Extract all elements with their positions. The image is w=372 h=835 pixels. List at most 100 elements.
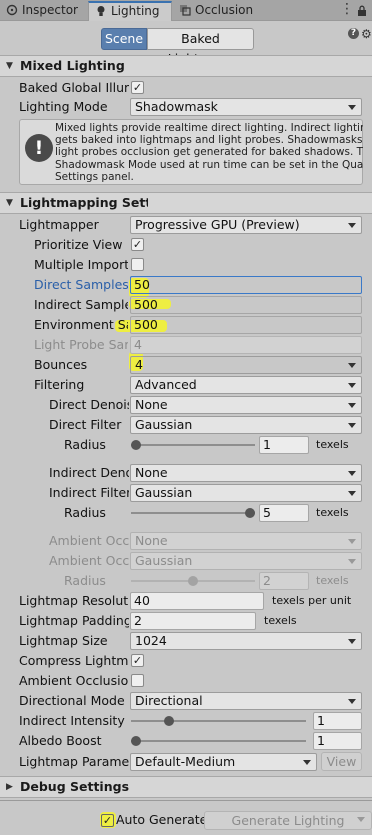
indirect-intensity-field[interactable]: 1 <box>313 712 362 730</box>
tab-occlusion[interactable]: Occlusion <box>173 1 263 21</box>
indirect-intensity-slider-thumb[interactable] <box>164 716 174 726</box>
info-box: ! Mixed lights provide realtime direct l… <box>19 119 363 185</box>
settings-icon[interactable]: ⚙ <box>361 27 372 41</box>
indirect-intensity-slider-track[interactable] <box>131 720 306 722</box>
directional-mode-dropdown[interactable]: Directional <box>130 692 362 710</box>
info-line: Shadowmask Mode used at run time can be … <box>55 158 363 171</box>
direct-samples-field[interactable]: 50 <box>130 276 362 294</box>
baked-gi-label: Baked Global Illumination <box>19 80 129 95</box>
indirect-radius-label: Radius <box>64 505 106 520</box>
tab-lighting[interactable]: Lighting <box>88 1 172 21</box>
scene-toggle[interactable]: Scene <box>101 28 147 50</box>
compress-lightmaps-checkbox[interactable]: ✓ <box>131 654 144 667</box>
debug-settings-title: Debug Settings <box>20 779 130 794</box>
tab-inspector[interactable]: Inspector <box>0 1 88 21</box>
direct-radius-slider-track[interactable] <box>131 444 255 446</box>
baked-lightmaps-toggle[interactable]: Baked Lightmaps <box>147 28 254 66</box>
ao-denoiser-dropdown: None <box>130 532 362 550</box>
indirect-intensity-label: Indirect Intensity <box>19 713 125 728</box>
lightmap-resolution-field[interactable]: 40 <box>130 592 264 610</box>
info-line: gets baked into lightmaps and light prob… <box>55 134 363 147</box>
indirect-denoiser-label: Indirect Denoiser <box>49 465 129 480</box>
ao-filter-dropdown: Gaussian <box>130 552 362 570</box>
lightmapping-settings-title: Lightmapping Settings <box>20 195 148 210</box>
info-line: light probes occlusion get generated for… <box>55 146 363 159</box>
info-text: Mixed lights provide realtime direct lig… <box>55 122 363 183</box>
indirect-radius-unit: texels <box>316 506 349 519</box>
tab-occlusion-label: Occlusion <box>195 3 254 17</box>
indirect-radius-slider-thumb[interactable] <box>245 508 255 518</box>
lightmap-size-label: Lightmap Size <box>19 633 108 648</box>
direct-radius-field[interactable]: 1 <box>259 436 309 454</box>
prioritize-view-label: Prioritize View <box>34 237 123 252</box>
info-line: Settings panel. <box>55 170 134 183</box>
lightmap-parameters-label: Lightmap Parameters <box>19 754 129 769</box>
collapsed-arrow-icon: ▶ <box>6 782 13 792</box>
multiple-importance-checkbox[interactable] <box>131 258 144 271</box>
lightmap-parameters-dropdown[interactable]: Default-Medium <box>130 753 317 771</box>
expand-arrow-icon: ▼ <box>6 198 13 208</box>
ao-denoiser-label: Ambient Occlusion Denoiser <box>49 533 129 548</box>
indirect-samples-field[interactable]: 500 <box>130 296 362 314</box>
auto-generate-checkbox[interactable]: ✓ <box>101 814 114 827</box>
help-icon[interactable]: ? <box>348 28 359 39</box>
albedo-boost-slider-thumb[interactable] <box>131 736 141 746</box>
lightmapping-settings-header[interactable]: ▼ Lightmapping Settings <box>0 192 372 214</box>
ambient-occlusion-label: Ambient Occlusion <box>19 673 129 688</box>
directional-mode-label: Directional Mode <box>19 693 125 708</box>
ao-filter-label: Ambient Occlusion Filter <box>49 553 129 568</box>
auto-generate-label: Auto Generate <box>116 812 208 827</box>
lightmap-padding-unit: texels <box>264 614 297 627</box>
indirect-filter-dropdown[interactable]: Gaussian <box>130 484 362 502</box>
lock-icon[interactable] <box>356 5 370 17</box>
indirect-radius-field[interactable]: 5 <box>259 504 309 522</box>
filtering-dropdown[interactable]: Advanced <box>130 376 362 394</box>
info-icon: ! <box>25 134 53 162</box>
lightmap-resolution-unit: texels per unit <box>272 594 352 607</box>
direct-samples-label: Direct Samples <box>34 277 128 292</box>
tab-lighting-label: Lighting <box>111 4 160 18</box>
environment-samples-label: Environment Samples <box>34 317 128 332</box>
occlusion-icon <box>180 5 191 16</box>
lighting-mode-label: Lighting Mode <box>19 99 108 114</box>
indirect-denoiser-dropdown[interactable]: None <box>130 464 362 482</box>
bounces-dropdown[interactable]: 4 <box>130 356 362 374</box>
indirect-samples-label: Indirect Samples <box>34 297 128 312</box>
kebab-menu-icon[interactable]: ⋮ <box>340 2 354 17</box>
lightmap-size-dropdown[interactable]: 1024 <box>130 632 362 650</box>
indirect-filter-label: Indirect Filter <box>49 485 129 500</box>
compress-lightmaps-label: Compress Lightmaps <box>19 653 129 668</box>
lightmap-padding-field[interactable]: 2 <box>130 612 256 630</box>
info-line: Mixed lights provide realtime direct lig… <box>55 122 363 134</box>
view-button[interactable]: View <box>321 752 362 771</box>
lightbulb-icon <box>97 6 105 16</box>
direct-radius-slider-thumb[interactable] <box>131 440 141 450</box>
lightmap-resolution-label: Lightmap Resolution <box>19 593 129 608</box>
environment-samples-field[interactable]: 500 <box>130 316 362 334</box>
ambient-occlusion-checkbox[interactable] <box>131 674 144 687</box>
ao-radius-field: 2 <box>259 572 309 590</box>
lighting-mode-dropdown[interactable]: Shadowmask <box>130 98 362 116</box>
direct-radius-unit: texels <box>316 438 349 451</box>
direct-denoiser-dropdown[interactable]: None <box>130 396 362 414</box>
generate-lighting-button[interactable]: Generate Lighting <box>204 811 372 830</box>
tab-bar: Inspector Lighting Occlusion ⋮ <box>0 0 372 21</box>
albedo-boost-slider-track[interactable] <box>131 740 306 742</box>
mixed-lighting-header[interactable]: ▼ Mixed Lighting <box>0 55 372 77</box>
light-probe-multiplier-label: Light Probe Sample Multiplier <box>34 337 128 352</box>
direct-filter-dropdown[interactable]: Gaussian <box>130 416 362 434</box>
inspector-icon <box>6 4 18 16</box>
filtering-label: Filtering <box>34 377 85 392</box>
lightmapper-dropdown[interactable]: Progressive GPU (Preview) <box>130 216 362 234</box>
direct-filter-label: Direct Filter <box>49 417 122 432</box>
expand-arrow-icon: ▼ <box>6 61 13 71</box>
direct-denoiser-label: Direct Denoiser <box>49 397 129 412</box>
baked-gi-checkbox[interactable]: ✓ <box>131 81 144 94</box>
indirect-radius-slider-track[interactable] <box>131 512 255 514</box>
prioritize-view-checkbox[interactable]: ✓ <box>131 238 144 251</box>
generate-dropdown-arrow-icon[interactable] <box>357 817 365 822</box>
bounces-label: Bounces <box>34 357 88 372</box>
albedo-boost-field[interactable]: 1 <box>313 732 362 750</box>
light-probe-multiplier-field: 4 <box>130 336 362 354</box>
debug-settings-header[interactable]: ▶ Debug Settings <box>0 776 372 798</box>
